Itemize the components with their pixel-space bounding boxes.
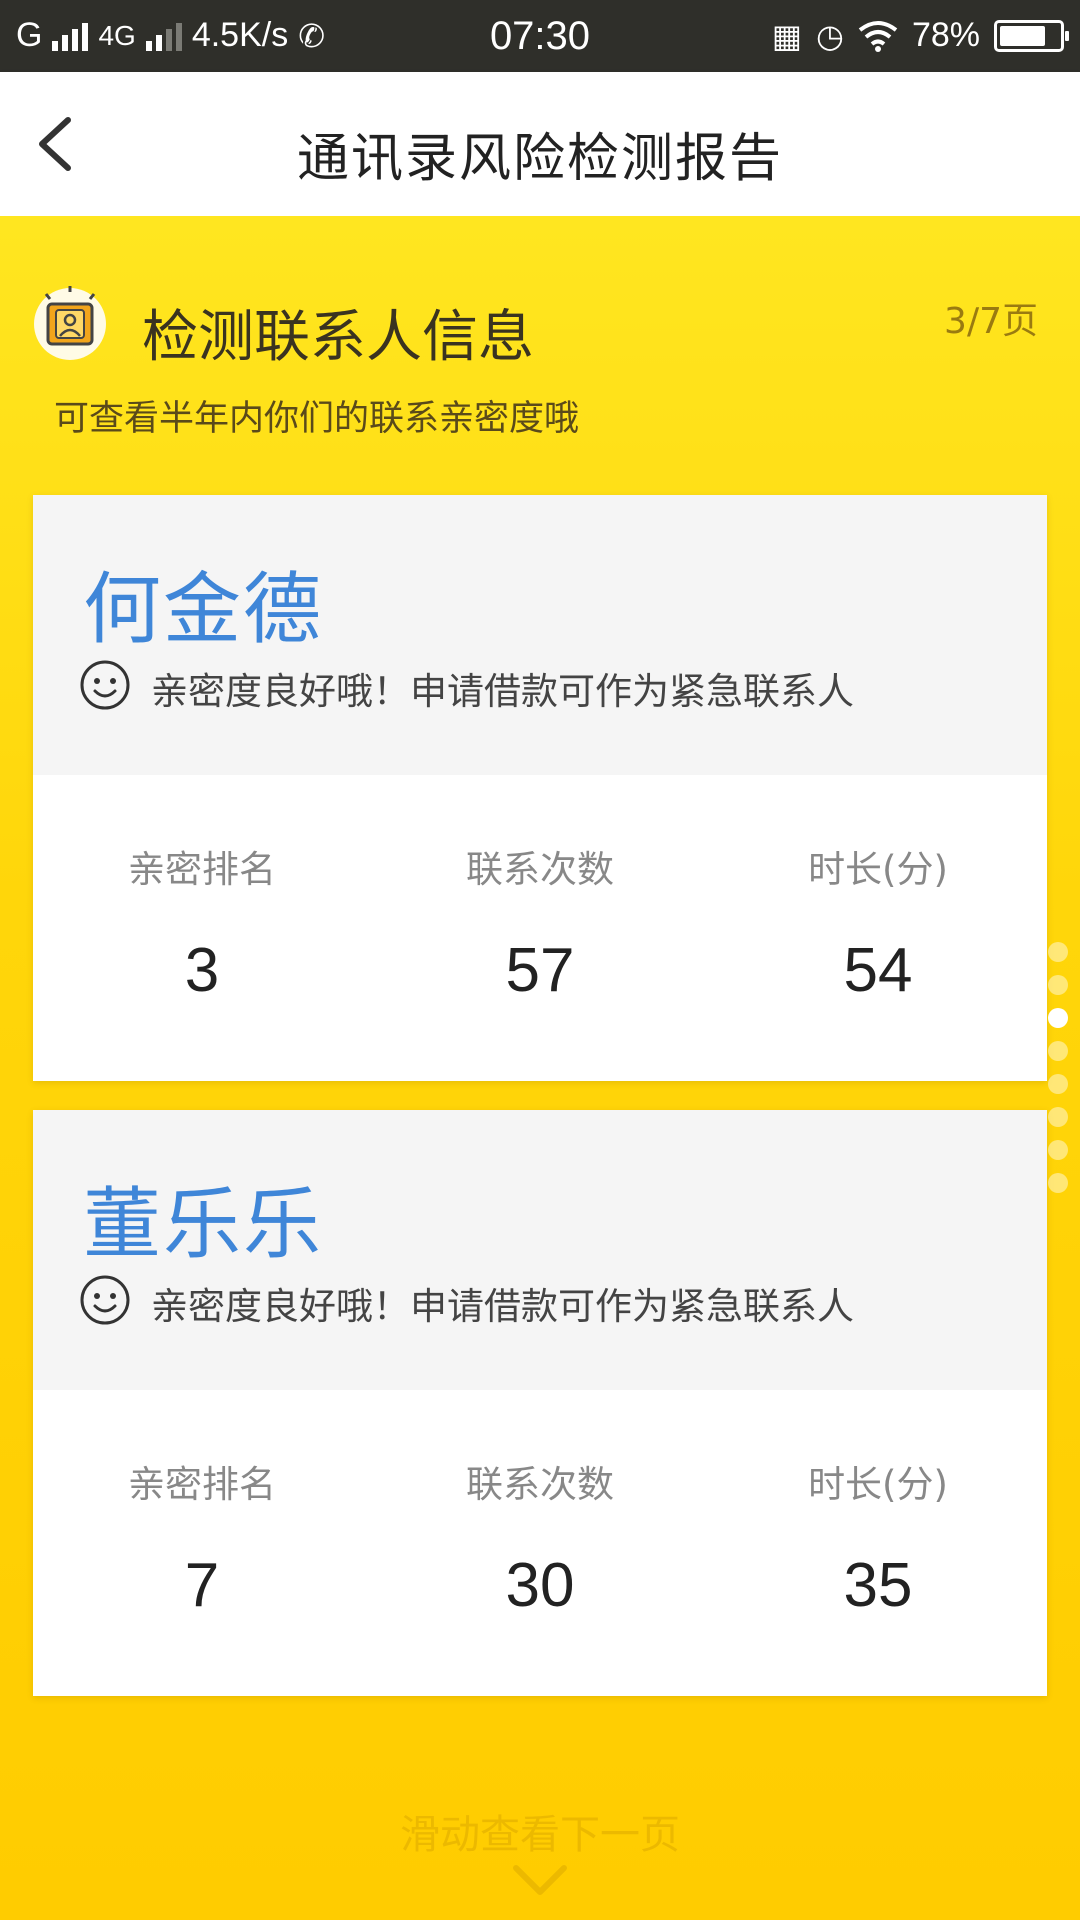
alarm-icon: ◷	[816, 17, 844, 54]
page-dot[interactable]	[1048, 1107, 1068, 1127]
page-dot[interactable]	[1048, 1074, 1068, 1094]
stat-label: 亲密排名	[128, 1463, 276, 1506]
battery-icon	[994, 19, 1069, 52]
page-dot[interactable]	[1048, 1173, 1068, 1193]
page-dot[interactable]	[1048, 942, 1068, 962]
stat-value: 57	[505, 936, 575, 1005]
page-indicator[interactable]	[1048, 942, 1072, 1206]
contact-card[interactable]: 何金德 亲密度良好哦！申请借款可作为紧急联系人 亲密排名 3 联系次数 57 时…	[33, 495, 1047, 1081]
vibrate-icon: ▦	[771, 17, 803, 54]
page-title: 通讯录风险检测报告	[296, 129, 783, 189]
page-dot[interactable]	[1048, 975, 1068, 995]
page-dot[interactable]	[1048, 1140, 1068, 1160]
status-bar: G 4G 4.5K/s ✆ 07:30 ▦ ◷ 78%	[0, 0, 1080, 72]
smile-icon	[80, 660, 130, 710]
stat-value: 35	[843, 1551, 913, 1620]
contact-name: 董乐乐	[83, 1180, 324, 1270]
battery-percent: 78%	[911, 16, 980, 54]
contact-name: 何金德	[83, 565, 324, 655]
section-subtitle: 可查看半年内你们的联系亲密度哦	[54, 399, 580, 439]
page-counter: 3/7页	[944, 301, 1038, 342]
stat-label: 亲密排名	[128, 848, 276, 891]
stat-label: 联系次数	[466, 1463, 614, 1506]
contact-note: 亲密度良好哦！申请借款可作为紧急联系人	[151, 1285, 854, 1328]
stat-label: 时长(分)	[808, 848, 948, 891]
status-right: ▦ ◷ 78%	[771, 16, 1069, 55]
section-title: 检测联系人信息	[142, 305, 534, 370]
stat-label: 联系次数	[466, 848, 614, 891]
contact-card-icon	[32, 286, 108, 362]
swipe-hint: 滑动查看下一页	[400, 1812, 680, 1858]
page-dot-active[interactable]	[1048, 1008, 1068, 1028]
stat-contact-count: 联系次数 30	[371, 1390, 709, 1696]
stat-value: 30	[505, 1551, 575, 1620]
stat-value: 7	[184, 1551, 220, 1620]
stat-label: 时长(分)	[808, 1463, 948, 1506]
stat-contact-count: 联系次数 57	[371, 775, 709, 1081]
stat-rank: 亲密排名 3	[33, 775, 371, 1081]
stat-value: 3	[184, 936, 220, 1005]
contact-note: 亲密度良好哦！申请借款可作为紧急联系人	[151, 670, 854, 713]
stat-duration: 时长(分) 35	[709, 1390, 1047, 1696]
page-dot[interactable]	[1048, 1041, 1068, 1061]
stat-rank: 亲密排名 7	[33, 1390, 371, 1696]
chevron-down-icon	[513, 1865, 567, 1895]
smile-icon	[80, 1275, 130, 1325]
stat-duration: 时长(分) 54	[709, 775, 1047, 1081]
wifi-icon	[858, 20, 898, 52]
app-header: 通讯录风险检测报告	[0, 72, 1080, 216]
stat-value: 54	[843, 936, 913, 1005]
battery-fill	[1000, 25, 1046, 46]
contact-card[interactable]: 董乐乐 亲密度良好哦！申请借款可作为紧急联系人 亲密排名 7 联系次数 30 时…	[33, 1110, 1047, 1696]
